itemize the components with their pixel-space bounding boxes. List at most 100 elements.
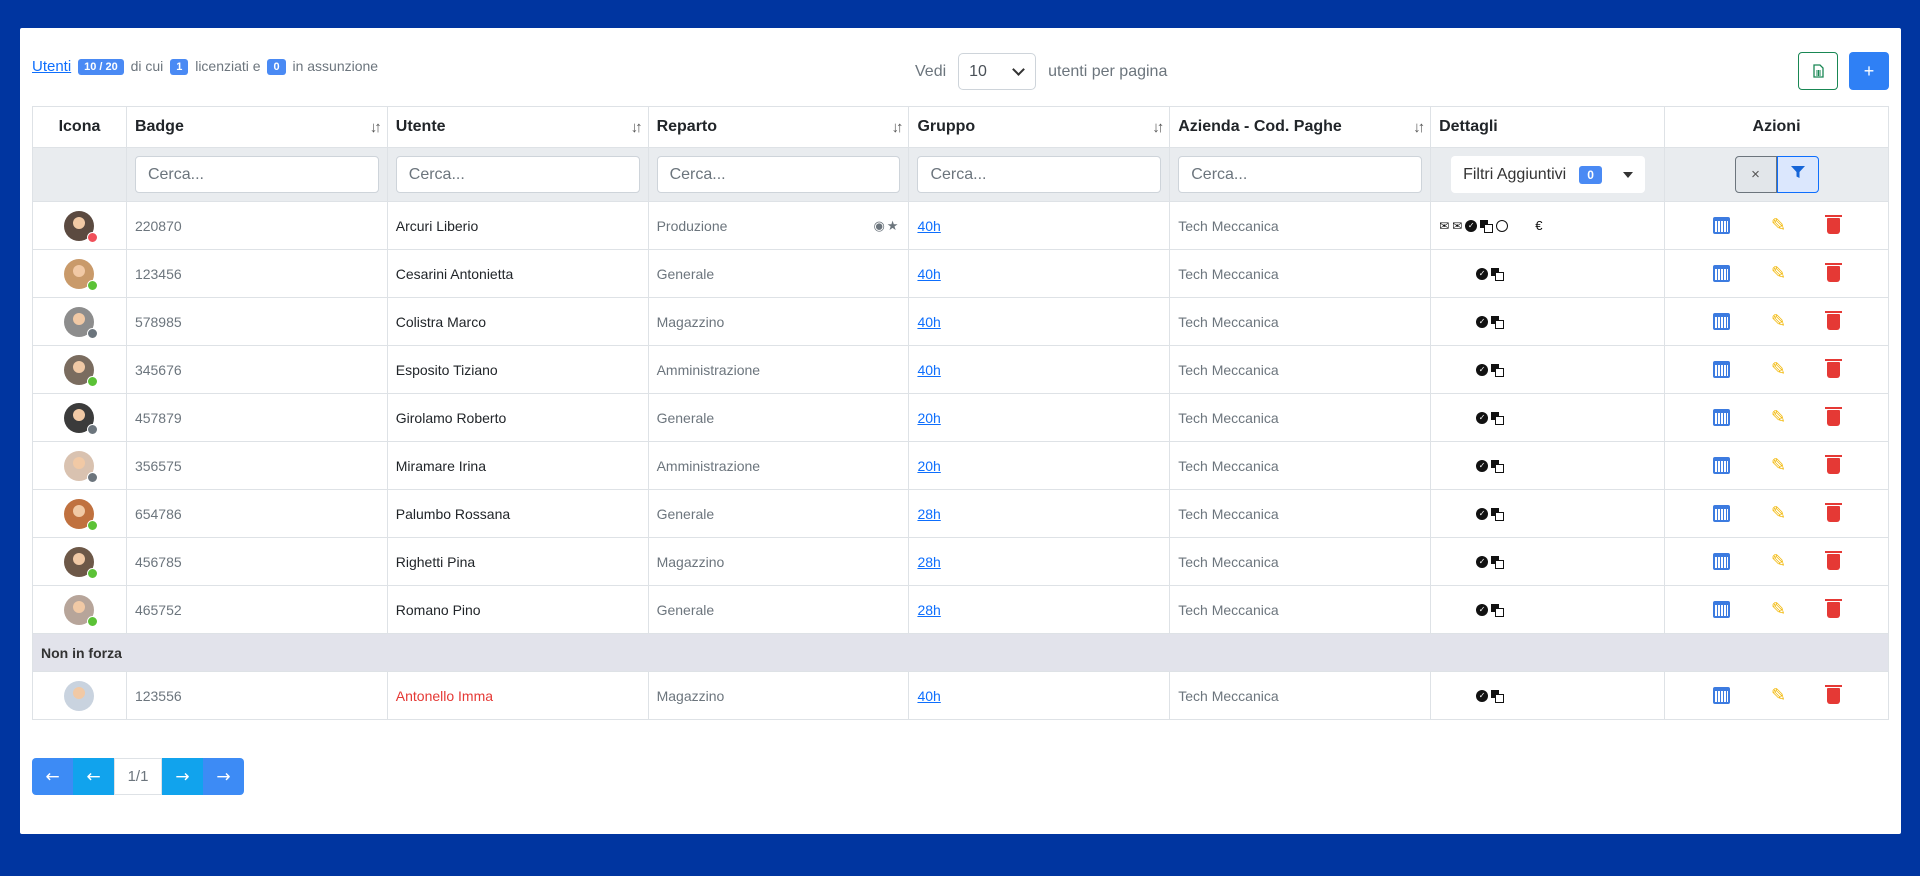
actions-cell: ✎ xyxy=(1664,585,1889,634)
gruppo-link[interactable]: 20h xyxy=(917,410,940,426)
col-badge[interactable]: Badge ↓↑ xyxy=(125,106,388,148)
table-row[interactable]: 457879 Girolamo Roberto Generale 20h Tec… xyxy=(32,393,1889,442)
reparto-cell: Generale xyxy=(647,249,910,298)
table-row[interactable]: 123556 Antonello Imma Magazzino 40h Tech… xyxy=(32,671,1889,720)
calendar-icon[interactable] xyxy=(1713,217,1731,234)
trash-icon[interactable] xyxy=(1824,406,1842,426)
utente-search-input[interactable] xyxy=(395,156,640,193)
extra-filters-dropdown[interactable]: Filtri Aggiuntivi 0 xyxy=(1451,156,1646,193)
sort-icon[interactable]: ↓↑ xyxy=(891,119,903,136)
pencil-icon[interactable]: ✎ xyxy=(1771,263,1786,284)
pencil-icon[interactable]: ✎ xyxy=(1771,359,1786,380)
user-circle-icon: ◉ xyxy=(873,217,887,233)
first-page-button[interactable]: ← xyxy=(32,758,73,795)
badge-cell: 220870 xyxy=(125,201,388,250)
pencil-icon[interactable]: ✎ xyxy=(1771,685,1786,706)
pencil-icon[interactable]: ✎ xyxy=(1771,599,1786,620)
apply-filters-button[interactable] xyxy=(1776,156,1819,193)
trash-icon[interactable] xyxy=(1824,598,1842,618)
filter-cell-empty xyxy=(32,147,127,202)
calendar-icon[interactable] xyxy=(1713,409,1731,426)
sort-icon[interactable]: ↓↑ xyxy=(370,119,382,136)
table-row[interactable]: 123456 Cesarini Antonietta Generale 40h … xyxy=(32,249,1889,298)
last-page-button[interactable]: → xyxy=(203,758,244,795)
prev-page-button[interactable]: ← xyxy=(73,758,114,795)
calendar-icon[interactable] xyxy=(1713,457,1731,474)
pencil-icon[interactable]: ✎ xyxy=(1771,407,1786,428)
users-table: Icona Badge ↓↑ Utente ↓↑ Reparto ↓↑ Gruppo ↓… xyxy=(32,106,1889,720)
table-row[interactable]: 578985 Colistra Marco Magazzino 40h Tech… xyxy=(32,297,1889,346)
gruppo-search-input[interactable] xyxy=(917,156,1162,193)
status-dot xyxy=(87,567,99,579)
trash-icon[interactable] xyxy=(1824,214,1842,234)
gruppo-link[interactable]: 40h xyxy=(917,688,940,704)
azienda-search-input[interactable] xyxy=(1178,156,1423,193)
table-row[interactable]: 654786 Palumbo Rossana Generale 28h Tech… xyxy=(32,489,1889,538)
calendar-icon[interactable] xyxy=(1713,313,1731,330)
clear-filters-button[interactable]: × xyxy=(1734,156,1777,193)
pencil-icon[interactable]: ✎ xyxy=(1771,215,1786,236)
details-cell: ✓ xyxy=(1430,489,1666,538)
pencil-icon[interactable]: ✎ xyxy=(1771,551,1786,572)
table-row[interactable]: 465752 Romano Pino Generale 28h Tech Mec… xyxy=(32,585,1889,634)
pencil-icon[interactable]: ✎ xyxy=(1771,503,1786,524)
actions-cell: ✎ xyxy=(1664,297,1889,346)
trash-icon[interactable] xyxy=(1824,358,1842,378)
calendar-icon[interactable] xyxy=(1713,505,1731,522)
trash-icon[interactable] xyxy=(1824,502,1842,522)
calendar-icon[interactable] xyxy=(1713,553,1731,570)
gruppo-link[interactable]: 28h xyxy=(917,602,940,618)
sort-icon[interactable]: ↓↑ xyxy=(1413,119,1425,136)
sort-icon[interactable]: ↓↑ xyxy=(631,119,643,136)
gruppo-link[interactable]: 40h xyxy=(917,266,940,282)
reparto-value: Generale xyxy=(656,265,715,282)
gruppo-link[interactable]: 40h xyxy=(917,362,940,378)
users-link[interactable]: Utenti xyxy=(32,58,71,75)
gruppo-link[interactable]: 40h xyxy=(917,218,940,234)
trash-icon[interactable] xyxy=(1824,454,1842,474)
euro-icon: € xyxy=(1535,218,1543,233)
pencil-icon[interactable]: ✎ xyxy=(1771,311,1786,332)
details-icons: ✓ xyxy=(1439,267,1656,281)
table-row[interactable]: 220870 Arcuri Liberio Produzione ◉★ 40h T… xyxy=(32,201,1889,250)
gruppo-link[interactable]: 28h xyxy=(917,506,940,522)
pencil-icon[interactable]: ✎ xyxy=(1771,455,1786,476)
azienda-cell: Tech Meccanica xyxy=(1169,297,1432,346)
trash-icon[interactable] xyxy=(1824,262,1842,282)
table-row[interactable]: 345676 Esposito Tiziano Amministrazione … xyxy=(32,345,1889,394)
sort-icon[interactable]: ↓↑ xyxy=(1152,119,1164,136)
trash-icon[interactable] xyxy=(1824,310,1842,330)
gruppo-link[interactable]: 20h xyxy=(917,458,940,474)
col-gruppo[interactable]: Gruppo ↓↑ xyxy=(908,106,1171,148)
reparto-search-input[interactable] xyxy=(656,156,901,193)
gruppo-link[interactable]: 28h xyxy=(917,554,940,570)
table-row[interactable]: 456785 Righetti Pina Magazzino 28h Tech … xyxy=(32,537,1889,586)
gruppo-link[interactable]: 40h xyxy=(917,314,940,330)
azienda-cell: Tech Meccanica xyxy=(1169,489,1432,538)
trash-icon[interactable] xyxy=(1824,684,1842,704)
calendar-icon[interactable] xyxy=(1713,265,1731,282)
col-azienda[interactable]: Azienda - Cod. Paghe ↓↑ xyxy=(1169,106,1432,148)
table-row[interactable]: 356575 Miramare Irina Amministrazione 20… xyxy=(32,441,1889,490)
export-excel-button[interactable] xyxy=(1798,52,1838,90)
badge-search-input[interactable] xyxy=(134,156,379,193)
copy-icon xyxy=(1491,315,1505,329)
azienda-cell: Tech Meccanica xyxy=(1169,393,1432,442)
col-utente[interactable]: Utente ↓↑ xyxy=(386,106,649,148)
next-page-button[interactable]: → xyxy=(162,758,203,795)
trash-icon[interactable] xyxy=(1824,550,1842,570)
per-page-select[interactable]: 10 xyxy=(958,53,1037,90)
gruppo-cell: 40h xyxy=(908,201,1171,250)
status-dot xyxy=(87,519,99,531)
avatar-cell xyxy=(32,489,127,538)
col-reparto[interactable]: Reparto ↓↑ xyxy=(647,106,910,148)
add-user-button[interactable]: + xyxy=(1849,52,1889,90)
copy-icon xyxy=(1491,363,1505,377)
user-name-cell: Righetti Pina xyxy=(386,537,649,586)
col-utente-label: Utente xyxy=(395,118,446,135)
copy-icon xyxy=(1491,267,1505,281)
calendar-icon[interactable] xyxy=(1713,687,1731,704)
calendar-icon[interactable] xyxy=(1713,361,1731,378)
calendar-icon[interactable] xyxy=(1713,601,1731,618)
status-dot xyxy=(87,279,99,291)
